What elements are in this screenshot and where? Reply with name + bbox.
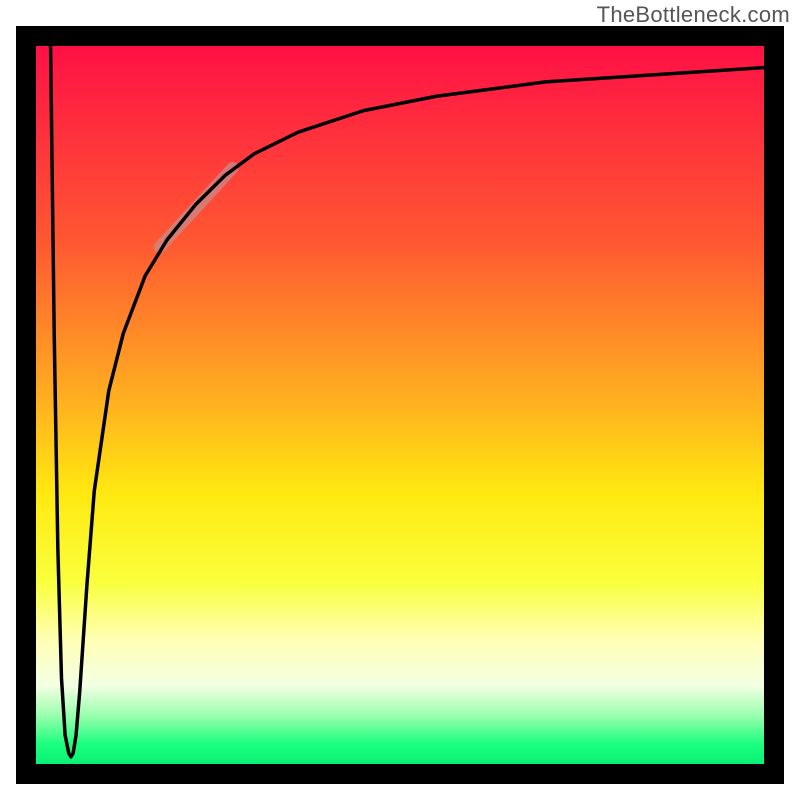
chart-container: TheBottleneck.com — [0, 0, 800, 800]
watermark-text: TheBottleneck.com — [597, 2, 790, 28]
gradient-background — [26, 36, 774, 774]
bottleneck-chart — [16, 26, 784, 784]
plot-area — [16, 26, 784, 784]
